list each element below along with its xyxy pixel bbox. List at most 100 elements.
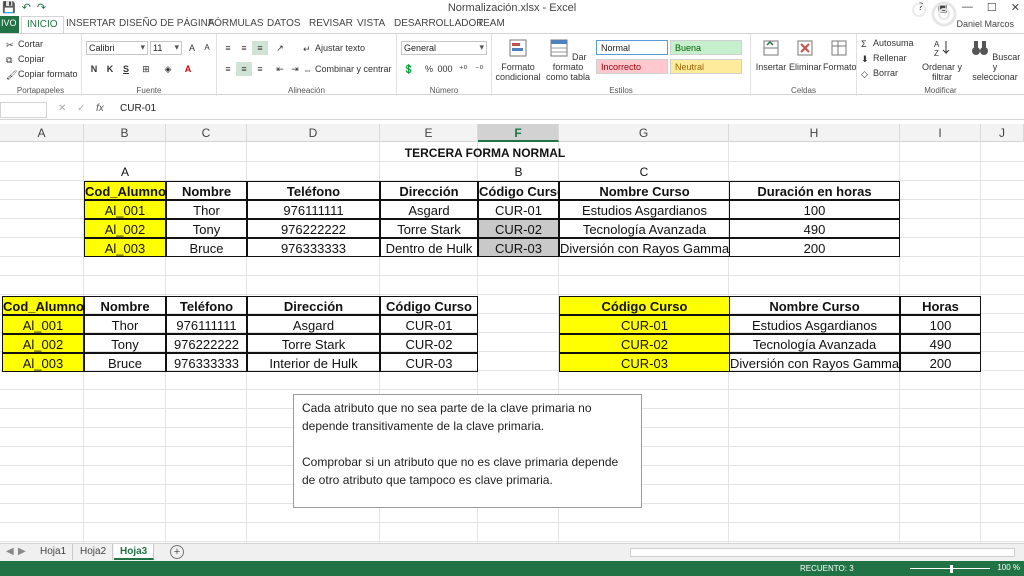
bold-button[interactable]: N <box>86 62 102 76</box>
table-cell[interactable]: Tecnología Avanzada <box>559 219 730 238</box>
formula-input[interactable]: CUR-01 <box>120 103 156 114</box>
align-right-icon[interactable]: ≡ <box>252 62 268 76</box>
style-good[interactable]: Buena <box>670 40 742 55</box>
copy-button[interactable]: ⧉ Copiar <box>6 54 45 65</box>
style-neutral[interactable]: Neutral <box>670 59 742 74</box>
table-cell[interactable]: Diversión con Rayos Gamma <box>559 238 730 257</box>
table-cell[interactable]: Al_002 <box>2 334 84 353</box>
table-cell[interactable]: CUR-02 <box>559 334 730 353</box>
column-header-d[interactable]: D <box>247 124 380 142</box>
table-cell[interactable]: CUR-03 <box>478 238 559 257</box>
merge-center-button[interactable]: ⇔ Combinar y centrar <box>303 64 392 75</box>
table-cell[interactable]: 976222222 <box>247 219 380 238</box>
table-cell[interactable]: 100 <box>900 315 981 334</box>
next-sheet-icon[interactable]: ▶ <box>18 546 26 557</box>
column-header-i[interactable]: I <box>900 124 981 142</box>
format-painter-button[interactable]: 🖌Copiar formato <box>6 69 78 80</box>
fill-color-icon[interactable]: ◈ <box>160 62 176 76</box>
column-header-e[interactable]: E <box>380 124 478 142</box>
borders-icon[interactable]: ⊞ <box>138 62 154 76</box>
table-header-cell[interactable]: Dirección <box>247 296 380 315</box>
thousands-icon[interactable]: 000 <box>437 62 453 76</box>
table-cell[interactable]: Torre Stark <box>380 219 478 238</box>
table-cell[interactable]: 976111111 <box>166 315 247 334</box>
column-header-f[interactable]: F <box>478 124 559 142</box>
table-cell[interactable]: Thor <box>166 200 247 219</box>
font-color-icon[interactable]: A <box>180 62 196 76</box>
table-cell[interactable]: Dentro de Hulk <box>380 238 478 257</box>
align-center-icon[interactable]: ≡ <box>236 62 252 76</box>
confirm-icon[interactable]: ✓ <box>77 103 85 114</box>
table-cell[interactable]: CUR-01 <box>478 200 559 219</box>
table-cell[interactable]: 200 <box>900 353 981 372</box>
table-header-cell[interactable]: Dirección <box>380 181 478 200</box>
table-header-cell[interactable]: Cod_Alumno <box>84 181 166 200</box>
tab-desarrollador[interactable]: DESARROLLADOR <box>394 18 483 29</box>
tab-revisar[interactable]: REVISAR <box>309 18 353 29</box>
table-header-cell[interactable]: Horas <box>900 296 981 315</box>
style-normal[interactable]: Normal <box>596 40 668 55</box>
column-header-h[interactable]: H <box>729 124 900 142</box>
find-select-button[interactable]: Buscar y seleccionar <box>969 38 1021 82</box>
format-cells-button[interactable]: Formato <box>823 38 857 72</box>
indent-decrease-icon[interactable]: ⇤ <box>272 62 288 76</box>
table-cell[interactable]: CUR-03 <box>559 353 730 372</box>
horizontal-scrollbar[interactable] <box>630 548 1015 557</box>
tab-file[interactable]: IVO <box>0 16 19 33</box>
zoom-slider-handle[interactable] <box>950 565 953 573</box>
table-cell[interactable]: 976333333 <box>166 353 247 372</box>
table-cell[interactable]: CUR-02 <box>380 334 478 353</box>
orientation-icon[interactable]: ↗ <box>272 41 288 55</box>
cut-button[interactable]: ✂ Cortar <box>6 39 43 50</box>
insert-cells-button[interactable]: Insertar <box>755 38 787 72</box>
clear-button[interactable]: ◇ Borrar <box>861 68 898 79</box>
table-cell[interactable]: Al_001 <box>84 200 166 219</box>
sheet-title[interactable]: TERCERA FORMA NORMAL <box>380 146 590 160</box>
table-cell[interactable]: 200 <box>729 238 900 257</box>
table-cell[interactable]: Tecnología Avanzada <box>729 334 900 353</box>
table-header-cell[interactable]: Código Curso <box>478 181 559 200</box>
table-cell[interactable]: Tony <box>166 219 247 238</box>
decrease-decimal-icon[interactable]: ⁻⁰ <box>471 62 487 76</box>
sheet-tab-hoja2[interactable]: Hoja2 <box>74 544 114 560</box>
autosum-button[interactable]: Σ Autosuma <box>861 38 914 49</box>
column-header-b[interactable]: B <box>84 124 166 142</box>
grow-font-button[interactable]: A <box>184 41 200 55</box>
table-cell[interactable]: Al_003 <box>2 353 84 372</box>
column-header-c[interactable]: C <box>166 124 247 142</box>
table-header-cell[interactable]: Código Curso <box>380 296 478 315</box>
table-cell[interactable]: 976333333 <box>247 238 380 257</box>
indent-increase-icon[interactable]: ⇥ <box>287 62 303 76</box>
delete-cells-button[interactable]: Eliminar <box>789 38 822 72</box>
sheet-tab-hoja3[interactable]: Hoja3 <box>114 544 155 560</box>
table-cell[interactable]: CUR-02 <box>478 219 559 238</box>
table-cell[interactable]: Asgard <box>380 200 478 219</box>
italic-button[interactable]: K <box>102 62 118 76</box>
align-left-icon[interactable]: ≡ <box>220 62 236 76</box>
font-size-combo[interactable]: 11 <box>150 41 182 55</box>
table-cell[interactable]: 490 <box>729 219 900 238</box>
table-header-cell[interactable]: Teléfono <box>166 296 247 315</box>
group-label-b[interactable]: B <box>478 165 559 179</box>
align-middle-icon[interactable]: ≡ <box>236 41 252 55</box>
user-name[interactable]: Daniel Marcos <box>956 19 1014 29</box>
tab-insertar[interactable]: INSERTAR <box>66 18 116 29</box>
table-cell[interactable]: Diversión con Rayos Gamma <box>729 353 900 372</box>
tab-inicio[interactable]: INICIO <box>21 16 64 34</box>
table-cell[interactable]: Bruce <box>84 353 166 372</box>
prev-sheet-icon[interactable]: ◀ <box>6 546 14 557</box>
insert-function-icon[interactable]: fx <box>96 103 104 114</box>
table-cell[interactable]: Al_001 <box>2 315 84 334</box>
table-cell[interactable]: Thor <box>84 315 166 334</box>
tab-formulas[interactable]: FÓRMULAS <box>208 18 264 29</box>
table-cell[interactable]: 976222222 <box>166 334 247 353</box>
table-cell[interactable]: Al_002 <box>84 219 166 238</box>
table-cell[interactable]: Tony <box>84 334 166 353</box>
tab-vista[interactable]: VISTA <box>357 18 385 29</box>
conditional-format-button[interactable]: Formato condicional <box>494 38 542 82</box>
table-header-cell[interactable]: Nombre <box>166 181 247 200</box>
align-bottom-icon[interactable]: ≡ <box>252 41 268 55</box>
add-sheet-icon[interactable]: + <box>170 545 184 559</box>
sort-filter-button[interactable]: AZ Ordenar y filtrar <box>919 38 965 82</box>
number-format-combo[interactable]: General <box>401 41 487 55</box>
